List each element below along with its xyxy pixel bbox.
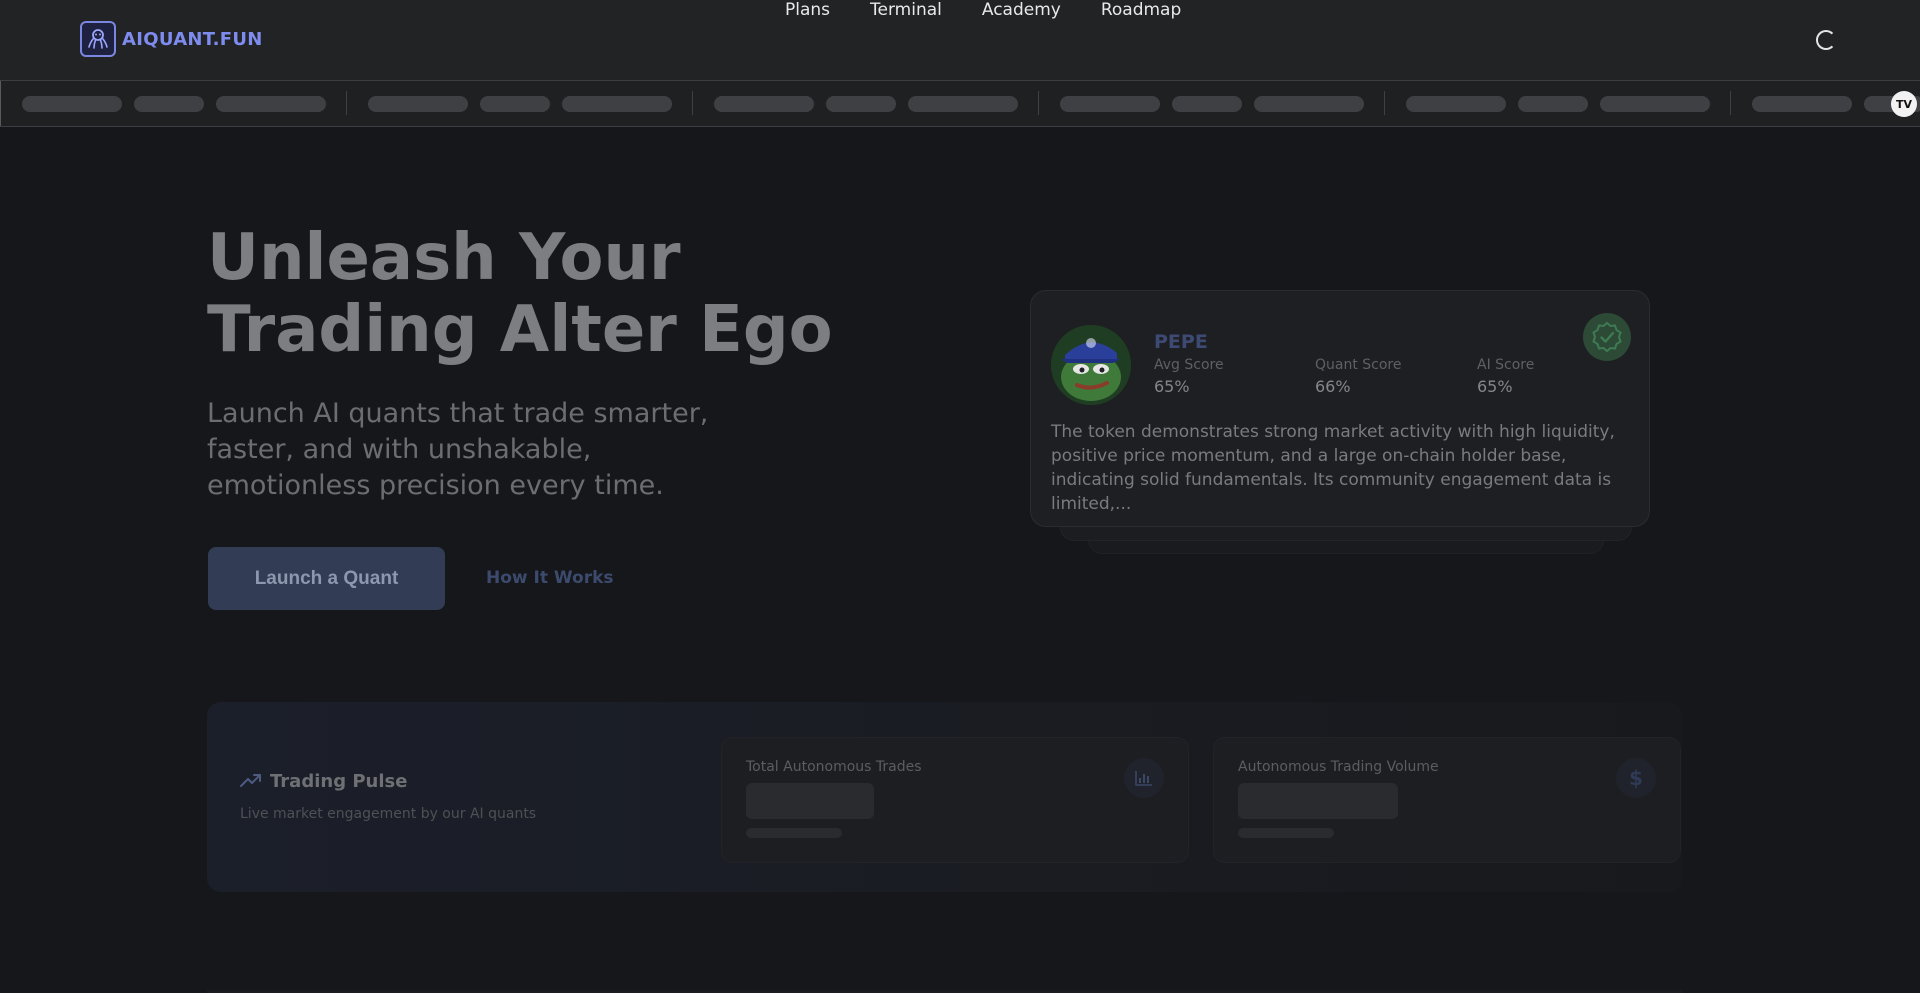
hero-title-line: Unleash Your [207, 221, 681, 295]
ticker-skeleton [368, 96, 468, 112]
hero-title-line: Trading Alter Ego [207, 293, 833, 367]
ticker-skeleton [1600, 96, 1710, 112]
top-header: AIQUANT.FUN Plans Terminal Academy Roadm… [0, 0, 1920, 80]
stat-card-trades: Total Autonomous Trades [721, 737, 1189, 863]
pulse-title: Trading Pulse [270, 771, 408, 792]
ticker-divider [1730, 91, 1731, 115]
token-score-card[interactable]: PEPE Avg Score 65% Quant Score 66% AI Sc… [1030, 290, 1650, 527]
avg-score: Avg Score 65% [1154, 357, 1224, 396]
ticker-skeleton [480, 96, 550, 112]
ticker-item [368, 96, 672, 112]
how-it-works-link[interactable]: How It Works [486, 568, 614, 588]
launch-quant-button[interactable]: Launch a Quant [208, 547, 445, 610]
stat-label: Total Autonomous Trades [746, 759, 922, 775]
brand-logo[interactable]: AIQUANT.FUN [80, 21, 263, 57]
ticker-item [22, 96, 326, 112]
ticker-skeleton [562, 96, 672, 112]
ticker-skeleton [1752, 96, 1852, 112]
score-value: 65% [1154, 377, 1190, 396]
ticker-skeleton [22, 96, 122, 112]
ticker-skeleton [1254, 96, 1364, 112]
stat-label: Autonomous Trading Volume [1238, 759, 1439, 775]
token-avatar [1051, 325, 1131, 405]
ticker-skeleton [1406, 96, 1506, 112]
trading-pulse-section: Trading Pulse Live market engagement by … [207, 702, 1682, 892]
main-nav: Plans Terminal Academy Roadmap [765, 0, 1201, 20]
stat-sub-skeleton [1238, 828, 1334, 838]
score-label: Quant Score [1315, 357, 1402, 373]
hero-subtitle: Launch AI quants that trade smarter, fas… [207, 398, 709, 501]
bar-chart-icon [1124, 758, 1164, 798]
ticker-divider [692, 91, 693, 115]
quant-score: Quant Score 66% [1315, 357, 1402, 396]
stat-value-skeleton [746, 783, 874, 819]
trending-up-icon [240, 772, 262, 792]
octopus-icon [80, 21, 116, 57]
check-badge-icon [1583, 313, 1631, 361]
nav-item-plans[interactable]: Plans [785, 0, 830, 20]
ticker-skeleton [714, 96, 814, 112]
ticker-skeleton [826, 96, 896, 112]
score-label: AI Score [1477, 357, 1535, 373]
nav-item-terminal[interactable]: Terminal [870, 0, 942, 20]
tradingview-logo-icon[interactable]: TV [1891, 91, 1917, 117]
ticker-skeleton [1518, 96, 1588, 112]
ai-score: AI Score 65% [1477, 357, 1534, 396]
ticker-divider [1038, 91, 1039, 115]
ticker-item [1406, 96, 1710, 112]
ticker-item [714, 96, 1018, 112]
ticker-divider [1384, 91, 1385, 115]
ticker-tape[interactable]: TV [0, 80, 1920, 127]
hero-title: Unleash Your Trading Alter Ego [207, 222, 833, 366]
ticker-divider [346, 91, 347, 115]
stat-sub-skeleton [746, 828, 842, 838]
nav-item-roadmap[interactable]: Roadmap [1101, 0, 1181, 20]
ticker-edge [0, 81, 1, 126]
score-value: 66% [1315, 377, 1351, 396]
brand-name: AIQUANT.FUN [122, 28, 263, 50]
ticker-skeleton [908, 96, 1018, 112]
pulse-header: Trading Pulse [240, 771, 407, 792]
token-description: The token demonstrates strong market act… [1051, 422, 1615, 514]
score-value: 65% [1477, 377, 1513, 396]
ticker-skeleton [216, 96, 326, 112]
ticker-item [1060, 96, 1364, 112]
token-name: PEPE [1154, 331, 1208, 353]
loading-spinner-icon [1816, 30, 1836, 50]
card-stack-layer [1060, 525, 1632, 541]
ticker-skeleton [134, 96, 204, 112]
pulse-subtitle: Live market engagement by our AI quants [240, 806, 537, 822]
stat-card-volume: Autonomous Trading Volume $ [1213, 737, 1681, 863]
dollar-icon: $ [1616, 758, 1656, 798]
stat-value-skeleton [1238, 783, 1398, 819]
ticker-skeleton [1060, 96, 1160, 112]
score-label: Avg Score [1154, 357, 1224, 373]
nav-item-academy[interactable]: Academy [982, 0, 1061, 20]
ticker-skeleton [1172, 96, 1242, 112]
